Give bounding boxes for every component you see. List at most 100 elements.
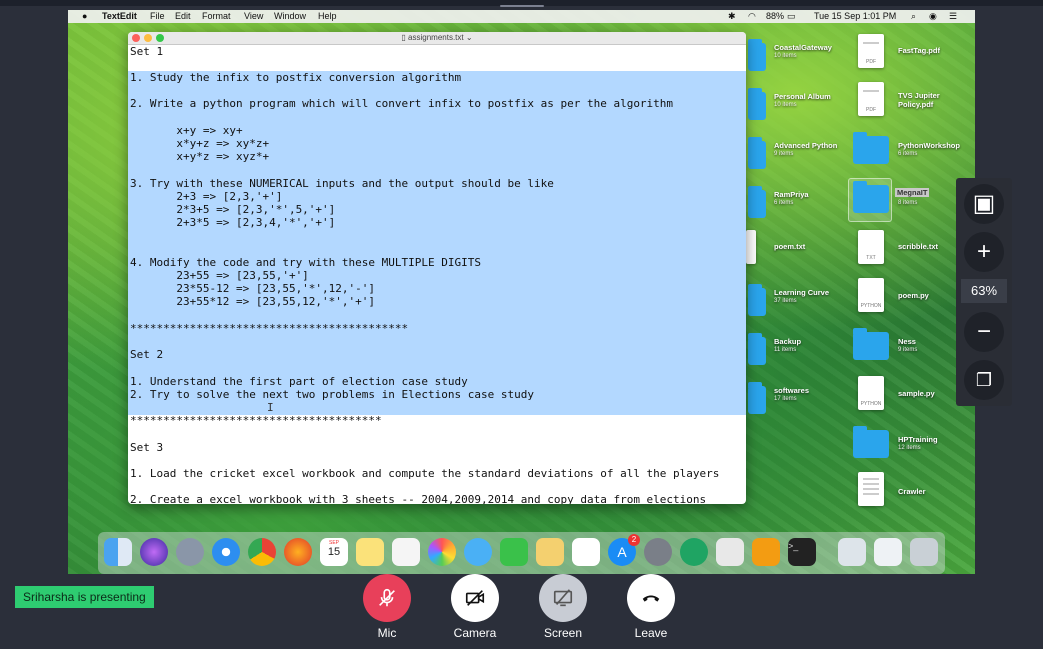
search-icon[interactable]: ⌕	[911, 11, 916, 22]
desktop-item-label[interactable]: softwares	[774, 386, 809, 395]
screen-share-off-icon[interactable]	[539, 574, 587, 622]
camera-off-icon[interactable]	[451, 574, 499, 622]
document-text-area[interactable]: Set 1 1. Study the infix to postfix conv…	[128, 45, 746, 504]
doc-line[interactable]: 1. Understand the first part of election…	[130, 375, 468, 388]
python-file-icon[interactable]: PYTHON	[858, 278, 884, 312]
chrome-icon[interactable]	[248, 538, 276, 566]
txt-file-icon[interactable]: TXT	[858, 230, 884, 264]
app-store-icon[interactable]: A2	[608, 534, 640, 566]
mic-muted-icon[interactable]	[363, 574, 411, 622]
doc-file-icon[interactable]	[858, 472, 884, 506]
desktop-item-label[interactable]: Crawler	[898, 487, 926, 496]
python-file-icon[interactable]: PYTHON	[858, 376, 884, 410]
doc-line[interactable]: 23*55-12 => [23,55,'*',12,'-']	[130, 282, 375, 295]
folder-icon[interactable]	[853, 328, 889, 360]
folder-icon[interactable]	[748, 88, 766, 120]
firefox-icon[interactable]	[284, 538, 312, 566]
doc-line[interactable]: 2+3*5 => [2,3,4,'*','+']	[130, 216, 335, 229]
bluetooth-icon[interactable]: ✱	[728, 11, 736, 22]
doc-line[interactable]: 2*3+5 => [2,3,'*',5,'+']	[130, 203, 335, 216]
finder-icon[interactable]	[104, 538, 132, 566]
desktop-item-label[interactable]: Personal Album	[774, 92, 831, 101]
file-icon[interactable]	[746, 230, 756, 264]
numbers-icon[interactable]	[572, 538, 600, 566]
snowflake-app-icon[interactable]	[752, 538, 780, 566]
screen-button[interactable]: Screen	[533, 574, 593, 640]
desktop-item-label[interactable]: RamPriya	[774, 190, 809, 199]
safari-icon[interactable]	[212, 538, 240, 566]
folder-icon[interactable]	[853, 426, 889, 458]
battery-icon[interactable]: ▭	[787, 11, 796, 22]
folder-icon[interactable]	[853, 181, 889, 213]
desktop-item-label[interactable]: Ness	[898, 337, 916, 346]
folder-icon[interactable]	[853, 132, 889, 164]
textedit-window[interactable]: ▯ assignments.txt ⌄ Set 1 1. Study the i…	[128, 32, 746, 504]
menu-app-name[interactable]: TextEdit	[102, 11, 137, 21]
pdf-file-icon[interactable]: PDF	[858, 82, 884, 116]
apple-icon[interactable]: ●	[82, 11, 87, 21]
siri-icon[interactable]	[140, 538, 168, 566]
zoom-out-button[interactable]: −	[964, 312, 1004, 352]
battery-percent[interactable]: 88%	[766, 11, 784, 21]
mic-button[interactable]: Mic	[357, 574, 417, 640]
doc-line[interactable]: Set 1	[130, 45, 163, 58]
doc-line[interactable]: x*y+z => xy*z+	[130, 137, 269, 150]
desktop-item-label[interactable]: poem.txt	[774, 242, 805, 251]
reminders-icon[interactable]	[392, 538, 420, 566]
siri-icon[interactable]: ◉	[929, 11, 937, 22]
doc-line[interactable]: ****************************************…	[130, 322, 408, 335]
copy-icon[interactable]: ❐	[964, 360, 1004, 400]
menu-format[interactable]: Format	[202, 11, 231, 21]
zoom-in-button[interactable]: +	[964, 232, 1004, 272]
trash-icon[interactable]	[910, 538, 938, 566]
pages-icon[interactable]	[536, 538, 564, 566]
desktop-item-label[interactable]: FastTag.pdf	[898, 46, 940, 55]
textedit-icon[interactable]	[716, 538, 744, 566]
doc-line[interactable]: 3. Try with these NUMERICAL inputs and t…	[130, 177, 554, 190]
folder-icon[interactable]	[748, 382, 766, 414]
menu-window[interactable]: Window	[274, 11, 306, 21]
recent-doc-icon[interactable]	[838, 538, 866, 566]
folder-icon[interactable]	[748, 186, 766, 218]
launchpad-icon[interactable]	[176, 538, 204, 566]
doc-line[interactable]: 2. Write a python program which will con…	[130, 97, 673, 110]
camera-button[interactable]: Camera	[445, 574, 505, 640]
desktop-item-label[interactable]: HPTraining	[898, 435, 938, 444]
notes-icon[interactable]	[356, 538, 384, 566]
menu-help[interactable]: Help	[318, 11, 337, 21]
doc-line[interactable]: 1. Study the infix to postfix conversion…	[130, 71, 461, 84]
pdf-file-icon[interactable]: PDF	[858, 34, 884, 68]
desktop-item-label[interactable]: MegnaIT	[895, 188, 930, 197]
leave-button[interactable]: Leave	[621, 574, 681, 640]
doc-line[interactable]: Set 2	[130, 348, 163, 361]
doc-line[interactable]: 23+55 => [23,55,'+']	[130, 269, 308, 282]
doc-line[interactable]: x+y => xy+	[130, 124, 242, 137]
datetime[interactable]: Tue 15 Sep 1:01 PM	[814, 11, 896, 21]
folder-icon[interactable]	[748, 137, 766, 169]
doc-line[interactable]: 1. Load the cricket excel workbook and c…	[130, 467, 719, 480]
wifi-icon[interactable]: ◠	[748, 11, 756, 22]
doc-line[interactable]: 2. Try to solve the next two problems in…	[130, 388, 534, 401]
screenshot-camera-icon[interactable]: ▣	[964, 184, 1004, 224]
top-handle[interactable]	[500, 5, 544, 7]
desktop-item-label[interactable]: PythonWorkshop	[898, 141, 960, 150]
desktop-item-label[interactable]: scribble.txt	[898, 242, 938, 251]
photos-icon[interactable]	[428, 538, 456, 566]
menu-file[interactable]: File	[150, 11, 165, 21]
doc-line[interactable]: 4. Modify the code and try with these MU…	[130, 256, 481, 269]
doc-line[interactable]: Set 3	[130, 441, 163, 454]
menu-edit[interactable]: Edit	[175, 11, 191, 21]
desktop-item-label[interactable]: Backup	[774, 337, 801, 346]
doc-line[interactable]: x+y*z => xyz*+	[130, 150, 269, 163]
calendar-icon[interactable]: SEP 15	[320, 538, 348, 566]
facetime-icon[interactable]	[500, 538, 528, 566]
atom-icon[interactable]	[680, 538, 708, 566]
folder-icon[interactable]	[748, 333, 766, 365]
recent-doc-icon[interactable]	[874, 538, 902, 566]
messages-icon[interactable]	[464, 538, 492, 566]
doc-line[interactable]: 2+3 => [2,3,'+']	[130, 190, 282, 203]
control-icon[interactable]: ☰	[949, 11, 957, 22]
menu-view[interactable]: View	[244, 11, 263, 21]
system-preferences-icon[interactable]	[644, 538, 672, 566]
window-titlebar[interactable]: ▯ assignments.txt ⌄	[128, 32, 746, 45]
